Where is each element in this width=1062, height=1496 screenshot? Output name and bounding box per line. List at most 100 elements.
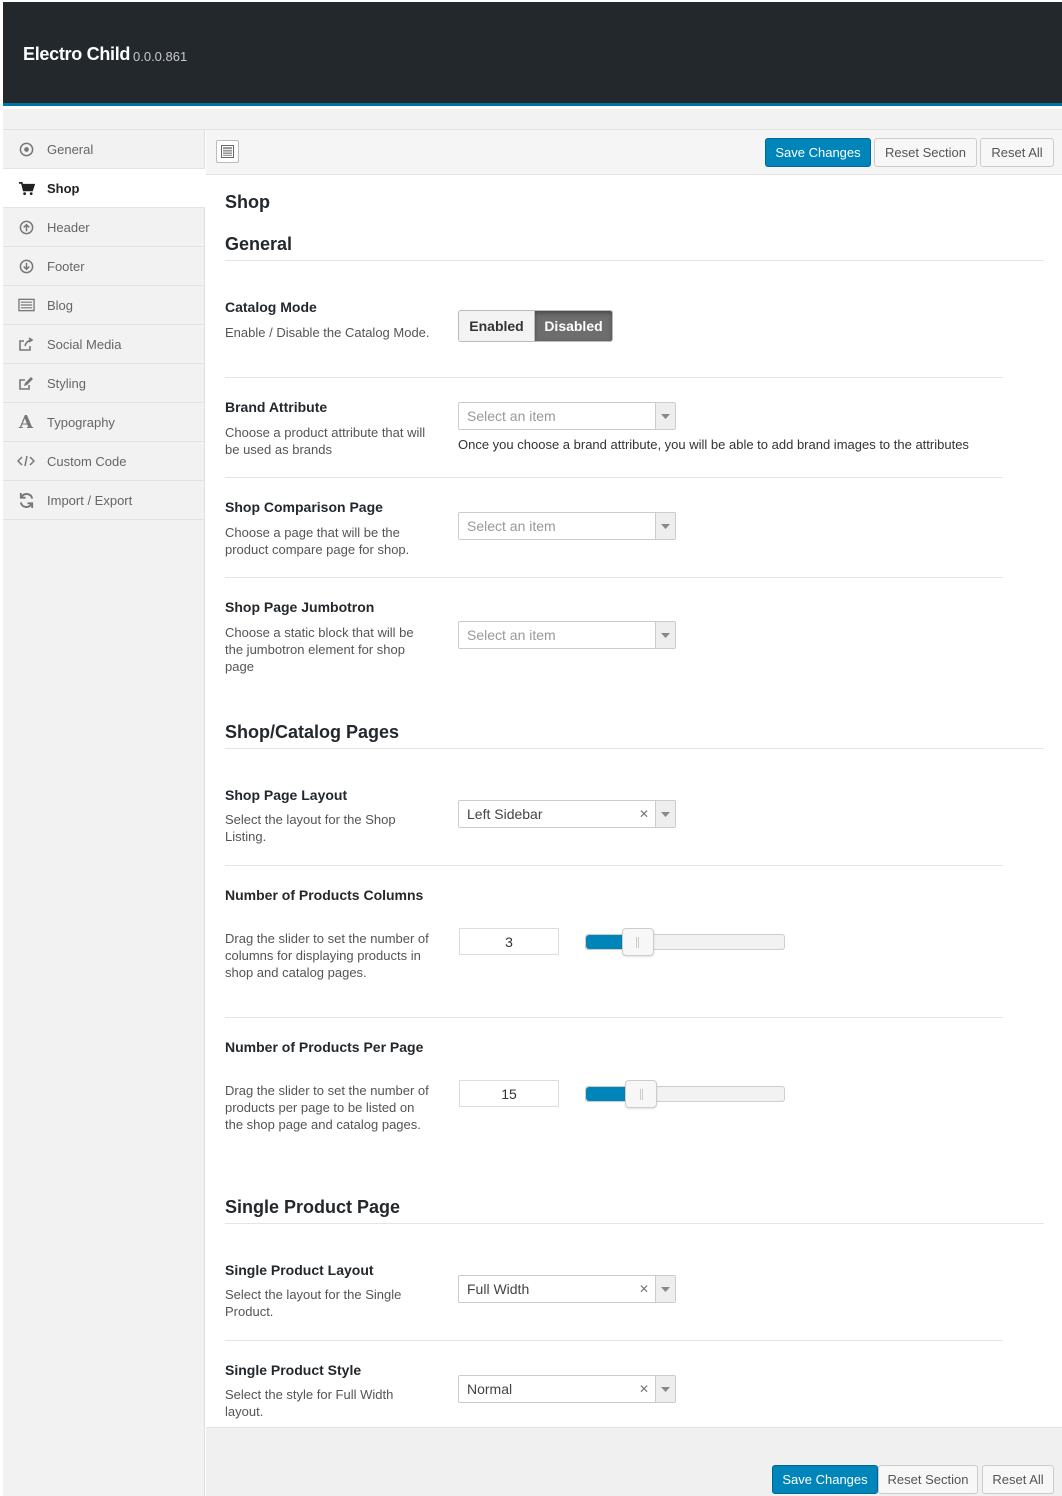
field-title: Number of Products Per Page bbox=[225, 1039, 424, 1055]
sidebar-item-blog[interactable]: Blog bbox=[3, 286, 205, 325]
brand-attribute-select[interactable]: Select an item bbox=[458, 402, 676, 430]
page-title: Shop bbox=[225, 192, 270, 212]
columns-slider[interactable] bbox=[585, 928, 785, 956]
reset-section-button[interactable]: Reset Section bbox=[878, 1465, 978, 1494]
slider-handle[interactable] bbox=[625, 1080, 658, 1108]
field-divider bbox=[225, 577, 1003, 578]
arrow-up-circle-icon bbox=[17, 218, 35, 236]
field-divider bbox=[225, 865, 1003, 866]
field-divider bbox=[225, 477, 1003, 478]
header-spacer bbox=[3, 109, 1062, 130]
select-value: Normal bbox=[467, 1381, 513, 1397]
circle-dot-icon bbox=[17, 140, 35, 158]
section-title-catalog: Shop/Catalog Pages bbox=[225, 722, 400, 742]
sidebar: General Shop Header Footer Blog Social M… bbox=[3, 130, 205, 1496]
admin-header: Electro Child 0.0.0.861 bbox=[3, 2, 1062, 106]
field-title: Shop Page Layout bbox=[225, 787, 348, 803]
sidebar-item-styling[interactable]: Styling bbox=[3, 364, 205, 403]
sidebar-item-label: Styling bbox=[47, 375, 87, 391]
columns-input[interactable]: 3 bbox=[459, 928, 559, 955]
chevron-down-icon[interactable] bbox=[655, 801, 675, 827]
field-description: Drag the slider to set the number of col… bbox=[225, 931, 429, 980]
reset-section-button[interactable]: Reset Section bbox=[874, 138, 977, 167]
sidebar-item-label: Social Media bbox=[47, 336, 122, 352]
field-title: Catalog Mode bbox=[225, 299, 317, 315]
field-description: Choose a static block that will be the j… bbox=[225, 625, 414, 674]
clear-icon[interactable]: ✕ bbox=[639, 1382, 649, 1396]
options-panel: Save Changes Reset Section Reset All Sho… bbox=[206, 130, 1062, 1496]
sidebar-item-footer[interactable]: Footer bbox=[3, 247, 205, 286]
sidebar-item-label: Typography bbox=[47, 414, 115, 430]
field-title: Shop Comparison Page bbox=[225, 499, 383, 515]
sidebar-item-social-media[interactable]: Social Media bbox=[3, 325, 205, 364]
refresh-icon bbox=[17, 491, 35, 509]
reset-all-button[interactable]: Reset All bbox=[980, 138, 1054, 167]
clear-icon[interactable]: ✕ bbox=[639, 1282, 649, 1296]
field-divider bbox=[225, 1017, 1003, 1018]
shop-jumbotron-select[interactable]: Select an item bbox=[458, 621, 676, 649]
select-value: Left Sidebar bbox=[467, 806, 543, 822]
slider-handle[interactable] bbox=[621, 928, 654, 956]
select-placeholder: Select an item bbox=[467, 627, 556, 643]
sidebar-item-label: Custom Code bbox=[47, 453, 127, 469]
arrow-down-circle-icon bbox=[17, 257, 35, 275]
expand-options-icon[interactable] bbox=[216, 140, 239, 163]
top-toolbar: Save Changes Reset Section Reset All bbox=[206, 130, 1062, 175]
save-button[interactable]: Save Changes bbox=[765, 138, 871, 167]
chevron-down-icon[interactable] bbox=[655, 513, 675, 539]
app-version: 0.0.0.861 bbox=[133, 49, 188, 64]
field-title: Single Product Style bbox=[225, 1362, 362, 1378]
section-title-single: Single Product Page bbox=[225, 1197, 401, 1217]
section-title-general: General bbox=[225, 234, 293, 254]
field-divider bbox=[225, 377, 1003, 378]
section-divider bbox=[225, 260, 1044, 261]
sidebar-item-shop[interactable]: Shop bbox=[3, 169, 205, 208]
single-style-select[interactable]: Normal ✕ bbox=[458, 1375, 676, 1403]
brand-attribute-helper: Once you choose a brand attribute, you w… bbox=[458, 437, 969, 452]
edit-icon bbox=[17, 374, 35, 392]
sidebar-item-label: Header bbox=[47, 219, 90, 235]
sidebar-item-import-export[interactable]: Import / Export bbox=[3, 481, 205, 520]
field-title: Number of Products Columns bbox=[225, 887, 424, 903]
catalog-enabled-option[interactable]: Enabled bbox=[459, 311, 535, 341]
catalog-disabled-option[interactable]: Disabled bbox=[535, 311, 612, 341]
sidebar-item-label: Import / Export bbox=[47, 492, 133, 508]
per-page-slider[interactable] bbox=[585, 1080, 785, 1108]
single-layout-select[interactable]: Full Width ✕ bbox=[458, 1275, 676, 1303]
section-divider bbox=[225, 748, 1044, 749]
field-description: Select the layout for the Single Product… bbox=[225, 1287, 402, 1319]
reset-all-button[interactable]: Reset All bbox=[982, 1465, 1054, 1494]
field-description: Select the style for Full Width layout. bbox=[225, 1387, 394, 1419]
select-value: Full Width bbox=[467, 1281, 530, 1297]
sidebar-item-custom-code[interactable]: Custom Code bbox=[3, 442, 205, 481]
field-description: Choose a product attribute that will be … bbox=[225, 425, 426, 457]
sidebar-item-general[interactable]: General bbox=[3, 130, 205, 169]
sidebar-item-label: Blog bbox=[47, 297, 74, 313]
select-placeholder: Select an item bbox=[467, 518, 556, 534]
font-icon: A bbox=[19, 411, 33, 433]
sidebar-item-header[interactable]: Header bbox=[3, 208, 205, 247]
chevron-down-icon[interactable] bbox=[655, 1276, 675, 1302]
shop-layout-select[interactable]: Left Sidebar ✕ bbox=[458, 800, 676, 828]
catalog-mode-toggle[interactable]: Enabled Disabled bbox=[458, 310, 613, 342]
list-icon bbox=[17, 296, 35, 314]
select-placeholder: Select an item bbox=[467, 408, 556, 424]
sidebar-item-label: General bbox=[47, 141, 94, 157]
sidebar-item-typography[interactable]: A Typography bbox=[3, 403, 205, 442]
per-page-input[interactable]: 15 bbox=[459, 1080, 559, 1107]
shop-comparison-select[interactable]: Select an item bbox=[458, 512, 676, 540]
chevron-down-icon[interactable] bbox=[655, 622, 675, 648]
clear-icon[interactable]: ✕ bbox=[639, 807, 649, 821]
bottom-toolbar: Save Changes Reset Section Reset All bbox=[206, 1427, 1062, 1496]
field-title: Shop Page Jumbotron bbox=[225, 599, 375, 615]
cart-icon bbox=[17, 179, 35, 197]
field-title: Brand Attribute bbox=[225, 399, 328, 415]
field-description: Choose a page that will be the product c… bbox=[225, 525, 410, 557]
field-divider bbox=[225, 1340, 1003, 1341]
save-button[interactable]: Save Changes bbox=[772, 1465, 878, 1494]
chevron-down-icon[interactable] bbox=[655, 1376, 675, 1402]
sidebar-item-label: Footer bbox=[47, 258, 85, 274]
chevron-down-icon[interactable] bbox=[655, 403, 675, 429]
code-icon bbox=[17, 452, 35, 470]
app-title: Electro Child bbox=[23, 44, 131, 64]
